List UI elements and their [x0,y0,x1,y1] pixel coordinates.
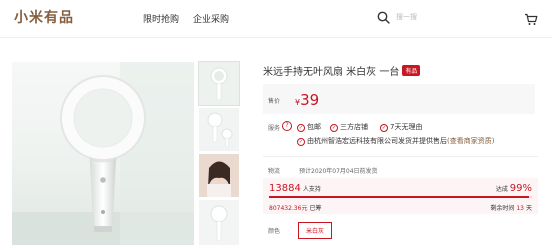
check-icon: ✓ [380,124,388,132]
section-divider [263,156,538,157]
logistics-label: 物流 [268,168,281,175]
top-header: 小米有品 限时抢购 企业采购 [0,0,552,36]
youpin-badge: 有品 [402,65,421,76]
help-icon[interactable]: ? [282,121,292,131]
remaining-time: 剩余时间 13 天 [490,205,532,212]
service-free-shipping: ✓ 包邮 [297,123,321,132]
supporters-label: 人支持 [302,186,321,193]
funding-progress-fill [269,196,530,198]
raised-label: 已筹 [309,205,322,212]
check-icon: ✓ [297,124,305,132]
fan-thumb-image [199,62,239,105]
product-main-image[interactable] [12,62,194,245]
reach-status: 达成 99% [495,183,532,194]
thumbnail-3[interactable] [199,154,239,197]
check-icon: ✓ [297,138,305,146]
reach-percent: 99% [509,183,532,194]
price-value: ¥39 [295,90,319,109]
brand-logo[interactable]: 小米有品 [14,7,74,27]
service-7day-return: ✓ 7天无理由 [380,123,423,132]
nav-flash-sale[interactable]: 限时抢购 [143,12,179,25]
seller-qualification-link[interactable]: (查看商家资质) [447,137,494,145]
thumbnail-2[interactable] [199,108,239,151]
price-box: 售价 ¥39 [263,84,535,114]
fan-thumb-image [199,200,239,245]
nav-enterprise[interactable]: 企业采购 [193,12,229,25]
model-photo-image [199,154,239,197]
product-title-row: 米远手持无叶风扇 米白灰 一台 有品 [263,60,421,79]
color-option-beige-gray[interactable]: 米白灰 [298,222,333,239]
color-label: 颜色 [268,228,281,235]
remaining-days: 13 [516,205,524,212]
supporters-count: 13884 人支持 [269,183,321,194]
price-label: 售价 [268,98,281,105]
search-icon[interactable] [377,11,390,24]
header-divider [0,37,552,38]
cart-icon[interactable] [524,13,538,26]
thumbnail-1[interactable] [198,61,240,106]
crowdfunding-box: 13884 人支持 达成 99% 807432.36元 已筹 剩余时间 13 天 [263,178,538,214]
service-seller: ✓ 由杭州智浩宏远科技有限公司发货并提供售后(查看商家资质) [297,137,495,146]
funding-progress-bar [269,196,532,198]
product-title: 米远手持无叶风扇 米白灰 一台 [263,67,400,78]
service-third-party: ✓ 三方店铺 [330,123,368,132]
service-label: 服务 [268,125,281,132]
fan-thumb-image [199,108,239,151]
price-number: 39 [300,91,320,109]
raised-amount: 807432.36元 已筹 [269,205,322,212]
fan-product-image [12,62,194,245]
logistics-value: 预计2020年07月04日前发货 [299,168,378,175]
search-input[interactable] [396,10,516,24]
check-icon: ✓ [330,124,338,132]
thumbnail-4[interactable] [199,200,239,245]
